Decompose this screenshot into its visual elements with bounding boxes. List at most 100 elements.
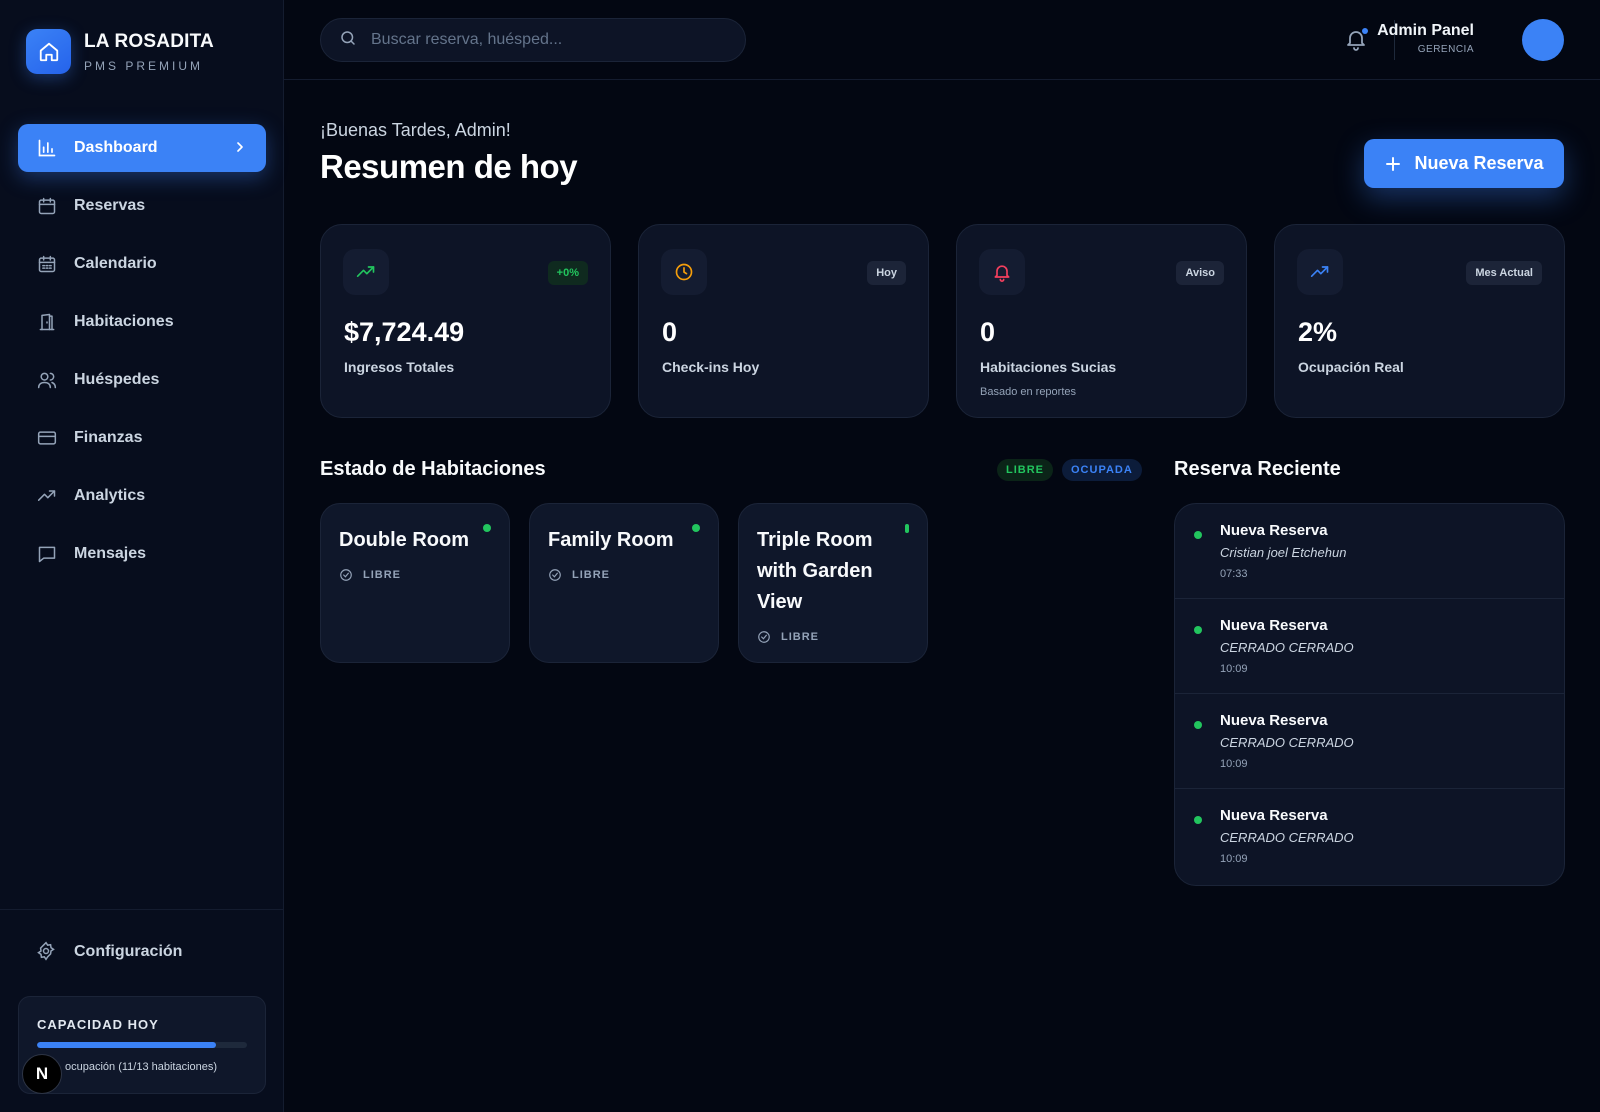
- stat-card-habitaciones-sucias[interactable]: Aviso 0 Habitaciones Sucias Basado en re…: [956, 224, 1247, 418]
- reservation-guest: CERRADO CERRADO: [1220, 830, 1354, 845]
- reservation-title: Nueva Reserva: [1220, 617, 1328, 634]
- legend-libre: LIBRE: [997, 459, 1053, 481]
- plus-icon: [1384, 155, 1402, 173]
- sidebar-item-label: Habitaciones: [74, 313, 174, 330]
- capacity-text: ocupación (11/13 habitaciones): [65, 1061, 218, 1073]
- sidebar-item-mensajes[interactable]: Mensajes: [18, 530, 266, 578]
- check-circle-icon: [758, 631, 770, 643]
- avatar[interactable]: [1522, 19, 1564, 61]
- sidebar-item-reservas[interactable]: Reservas: [18, 182, 266, 230]
- recent-section-title: Reserva Reciente: [1174, 458, 1341, 480]
- stat-label: Ocupación Real: [1298, 359, 1404, 375]
- sidebar-item-configuracion[interactable]: Configuración: [36, 941, 182, 963]
- top-header: Admin Panel GERENCIA: [284, 0, 1600, 80]
- sidebar-item-calendario[interactable]: Calendario: [18, 240, 266, 288]
- user-name: Admin Panel: [1377, 22, 1474, 39]
- reservation-title: Nueva Reserva: [1220, 807, 1328, 824]
- room-status: LIBRE: [548, 568, 610, 582]
- stat-card-checkins[interactable]: Hoy 0 Check-ins Hoy: [638, 224, 929, 418]
- user-info[interactable]: Admin Panel GERENCIA: [1377, 22, 1474, 55]
- list-item[interactable]: Nueva Reserva Cristian joel Etchehun 07:…: [1175, 504, 1564, 599]
- search-bar[interactable]: [320, 18, 746, 62]
- sidebar-item-huespedes[interactable]: Huéspedes: [18, 356, 266, 404]
- stat-label: Ingresos Totales: [344, 359, 455, 375]
- reservation-title: Nueva Reserva: [1220, 712, 1328, 729]
- stat-value: 2%: [1298, 317, 1338, 347]
- room-card[interactable]: Family Room LIBRE: [529, 503, 719, 663]
- message-icon: [36, 543, 58, 565]
- reservation-time: 10:09: [1220, 758, 1248, 770]
- sidebar-item-label: Analytics: [74, 487, 146, 504]
- sidebar-divider: [0, 909, 284, 910]
- room-status-label: LIBRE: [781, 631, 819, 643]
- sidebar-nav: Dashboard Reservas Calendario Habitacion…: [18, 124, 266, 588]
- capacity-progress-fill: [37, 1042, 216, 1048]
- stat-value: 0: [980, 317, 996, 347]
- sidebar: LA ROSADITA PMS PREMIUM Dashboard Reserv…: [0, 0, 284, 1112]
- new-reservation-label: Nueva Reserva: [1414, 153, 1544, 173]
- capacity-progress-bar: [37, 1042, 247, 1048]
- status-dot: [1194, 531, 1202, 539]
- status-dot: [1194, 626, 1202, 634]
- sidebar-item-label: Dashboard: [74, 139, 158, 156]
- sidebar-item-finanzas[interactable]: Finanzas: [18, 414, 266, 462]
- brand-title: LA ROSADITA: [84, 30, 214, 52]
- calendar-grid-icon: [36, 253, 58, 275]
- list-item[interactable]: Nueva Reserva CERRADO CERRADO 10:09: [1175, 694, 1564, 789]
- room-card[interactable]: Double Room LIBRE: [320, 503, 510, 663]
- bell-icon: [1344, 31, 1368, 56]
- status-dot: [1194, 721, 1202, 729]
- sidebar-item-label: Mensajes: [74, 545, 147, 562]
- stat-card-ingresos[interactable]: +0% $7,724.49 Ingresos Totales: [320, 224, 611, 418]
- trending-up-icon: [1297, 249, 1343, 295]
- stat-value: 0: [662, 317, 678, 347]
- reservation-guest: CERRADO CERRADO: [1220, 735, 1354, 750]
- stat-card-ocupacion[interactable]: Mes Actual 2% Ocupación Real: [1274, 224, 1565, 418]
- credit-card-icon: [36, 427, 58, 449]
- room-status: LIBRE: [339, 568, 401, 582]
- reservation-time: 07:33: [1220, 568, 1248, 580]
- door-icon: [36, 311, 58, 333]
- brand[interactable]: LA ROSADITA PMS PREMIUM: [26, 29, 214, 74]
- check-circle-icon: [340, 569, 352, 581]
- search-icon: [339, 29, 357, 52]
- stat-value: $7,724.49: [344, 317, 465, 347]
- room-status: LIBRE: [757, 630, 819, 644]
- bar-chart-icon: [36, 137, 58, 159]
- reservation-time: 10:09: [1220, 663, 1248, 675]
- users-icon: [36, 369, 58, 391]
- reservation-time: 10:09: [1220, 853, 1248, 865]
- user-role: GERENCIA: [1417, 44, 1474, 55]
- stat-badge: Aviso: [1176, 261, 1224, 285]
- room-card[interactable]: Triple Room with Garden View LIBRE: [738, 503, 928, 663]
- calendar-icon: [36, 195, 58, 217]
- reservation-title: Nueva Reserva: [1220, 522, 1328, 539]
- room-status-dot: [483, 524, 491, 532]
- stat-badge: Hoy: [867, 261, 906, 285]
- trending-up-icon: [343, 249, 389, 295]
- notifications-button[interactable]: [1344, 26, 1370, 54]
- room-status-label: LIBRE: [572, 569, 610, 581]
- room-name: Triple Room with Garden View: [757, 529, 873, 613]
- n-badge[interactable]: N: [22, 1054, 62, 1094]
- list-item[interactable]: Nueva Reserva CERRADO CERRADO 10:09: [1175, 789, 1564, 884]
- reservation-guest: CERRADO CERRADO: [1220, 640, 1354, 655]
- list-item[interactable]: Nueva Reserva CERRADO CERRADO 10:09: [1175, 599, 1564, 694]
- search-input[interactable]: [371, 31, 711, 49]
- clock-icon: [661, 249, 707, 295]
- room-status-dot: [692, 524, 700, 532]
- check-circle-icon: [549, 569, 561, 581]
- greeting: ¡Buenas Tardes, Admin!: [320, 120, 511, 140]
- stat-badge: Mes Actual: [1466, 261, 1542, 285]
- sidebar-item-analytics[interactable]: Analytics: [18, 472, 266, 520]
- brand-subtitle: PMS PREMIUM: [84, 58, 204, 73]
- sidebar-item-habitaciones[interactable]: Habitaciones: [18, 298, 266, 346]
- new-reservation-button[interactable]: Nueva Reserva: [1364, 139, 1564, 188]
- bell-icon: [979, 249, 1025, 295]
- room-status-label: LIBRE: [363, 569, 401, 581]
- legend-ocupada: OCUPADA: [1062, 459, 1142, 481]
- gear-icon: [36, 941, 58, 963]
- sidebar-item-dashboard[interactable]: Dashboard: [18, 124, 266, 172]
- room-status-dot: [905, 524, 909, 533]
- sidebar-item-label: Finanzas: [74, 429, 143, 446]
